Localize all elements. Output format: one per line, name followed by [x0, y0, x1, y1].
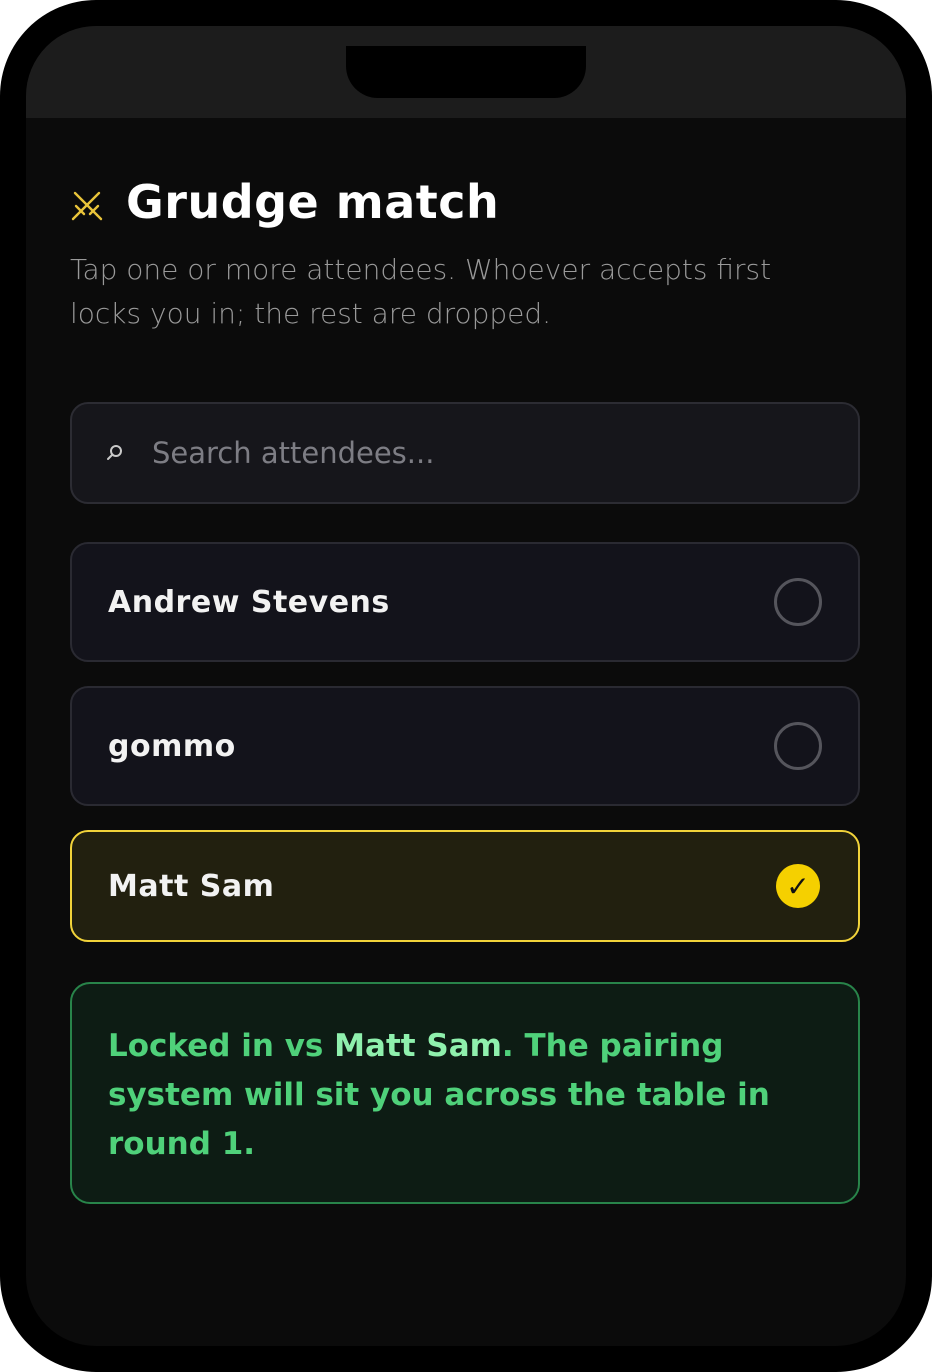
status-opponent-name: Matt Sam [334, 1028, 502, 1064]
phone-screen: Grudge match Tap one or more attendees. … [26, 26, 906, 1346]
crossed-swords-icon [71, 191, 103, 221]
search-icon [107, 445, 122, 460]
locked-in-status: Locked in vs Matt Sam. The pairing syste… [70, 982, 860, 1204]
radio-unselected-icon[interactable] [774, 722, 822, 770]
search-input[interactable] [150, 435, 754, 471]
phone-frame: Grudge match Tap one or more attendees. … [0, 0, 932, 1372]
checkmark-selected-icon[interactable]: ✓ [776, 864, 820, 908]
attendee-option-gommo[interactable]: gommo [70, 686, 860, 806]
status-prefix: Locked in vs [108, 1028, 335, 1064]
attendee-option-matt-sam[interactable]: Matt Sam ✓ [70, 830, 860, 942]
instructions-text: Tap one or more attendees. Whoever accep… [70, 253, 772, 330]
search-box[interactable] [70, 402, 860, 504]
page-title: Grudge match [126, 175, 500, 229]
attendee-option-andrew-stevens[interactable]: Andrew Stevens [70, 542, 860, 662]
attendee-name: Matt Sam [108, 868, 275, 904]
device-notch [346, 46, 586, 98]
attendee-name: Andrew Stevens [108, 584, 390, 620]
attendee-name: gommo [108, 728, 236, 764]
radio-unselected-icon[interactable] [774, 578, 822, 626]
header: Grudge match [70, 172, 499, 232]
